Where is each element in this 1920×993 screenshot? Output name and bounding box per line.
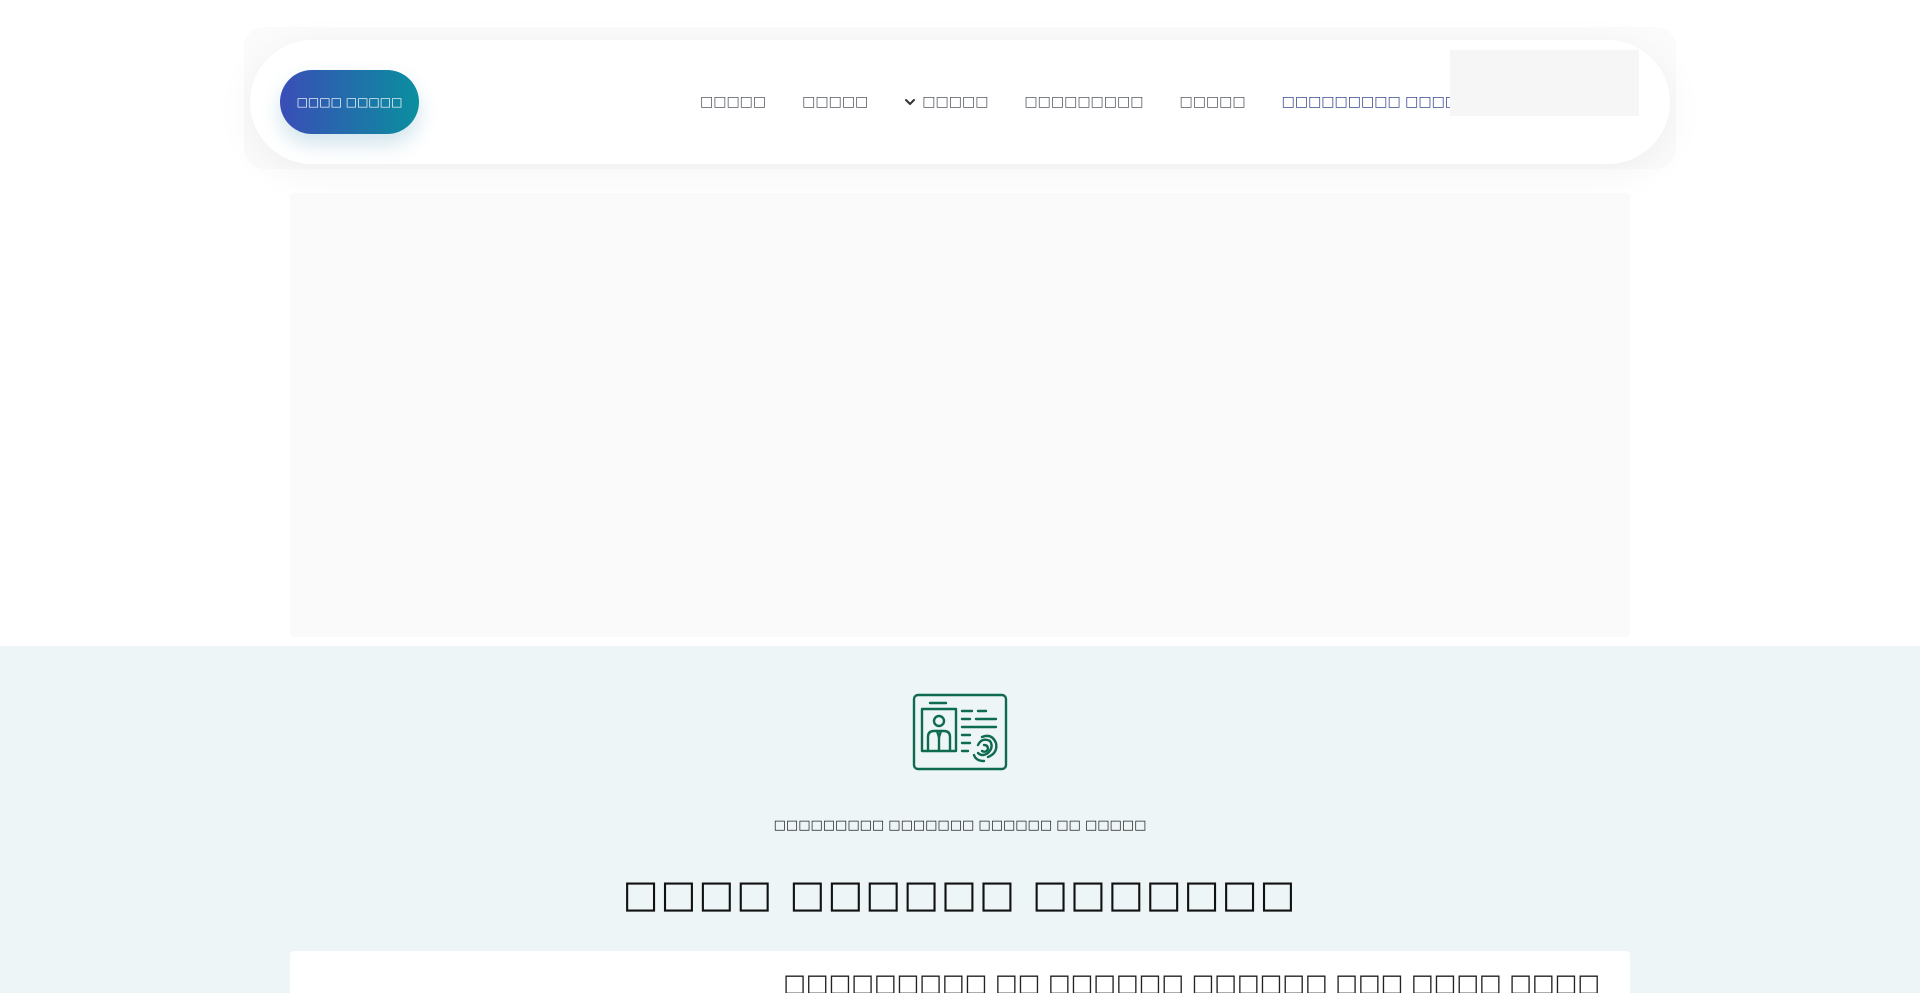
nav-item-dropdown-label: □□□□□: [922, 94, 989, 110]
id-card-icon: [912, 693, 1008, 771]
nav-item-5[interactable]: □□□□□: [1179, 94, 1245, 110]
nav-item-2-label: □□□□□: [802, 94, 869, 110]
hero-banner: [290, 193, 1630, 637]
nav-item-4[interactable]: □□□□□□□□□: [1024, 94, 1143, 110]
cta-button[interactable]: □□□□ □□□□□: [280, 70, 419, 134]
nav-item-1-label: □□□□□: [700, 94, 767, 110]
nav-item-dropdown[interactable]: □□□□□: [904, 94, 988, 110]
nav-item-5-label: □□□□□: [1179, 94, 1246, 110]
main-nav: □□□□□ □□□□□ □□□□□ □□□□□□□□□ □□□□□ □□□□□□…: [700, 84, 1510, 122]
page: □□□□ □□□□□ □□□□□ □□□□□ □□□□□ □□□□□□□□□ □…: [0, 0, 1920, 993]
section-subtitle: □□□□□□□□□ □□□□□□□ □□□□□□ □□ □□□□□: [773, 818, 1147, 833]
nav-item-4-label: □□□□□□□□□: [1024, 94, 1144, 110]
nav-item-2[interactable]: □□□□□: [802, 94, 868, 110]
content-card: □□□□□□□□□ □□ □□□□□□ □□□□□□ □□□ □□□□ □□□□: [290, 951, 1630, 993]
logo-placeholder[interactable]: [1450, 50, 1639, 116]
nav-item-1[interactable]: □□□□□: [700, 94, 766, 110]
chevron-down-icon: [905, 99, 916, 105]
section-title: □□□□ □□□□□□ □□□□□□□: [622, 872, 1298, 916]
card-heading: □□□□□□□□□ □□ □□□□□□ □□□□□□ □□□ □□□□ □□□□: [783, 969, 1600, 993]
